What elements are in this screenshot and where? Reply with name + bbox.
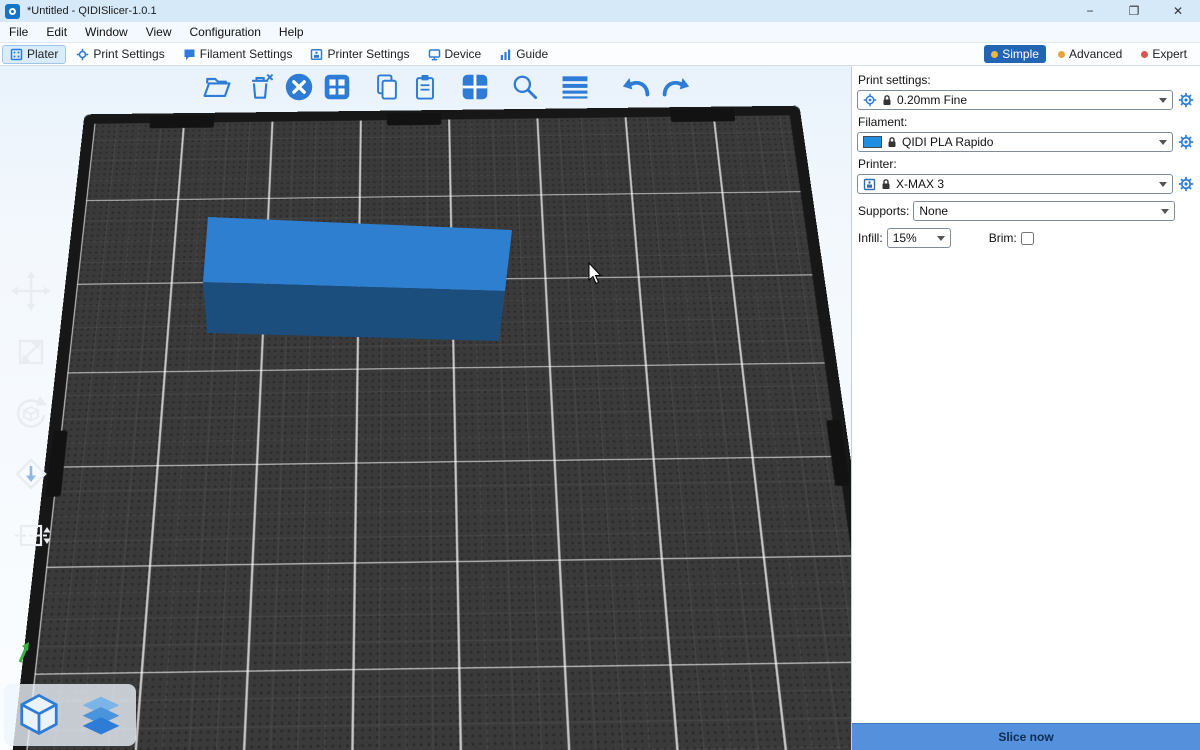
tab-filament-settings[interactable]: Filament Settings xyxy=(175,45,301,64)
printer-combo[interactable]: X-MAX 3 xyxy=(857,174,1173,194)
scale-icon[interactable] xyxy=(8,329,54,375)
menu-help[interactable]: Help xyxy=(270,22,313,42)
slice-now-button[interactable]: Slice now xyxy=(852,723,1200,750)
plater-icon xyxy=(10,48,23,61)
layers-icon[interactable] xyxy=(556,68,594,106)
tab-label: Guide xyxy=(516,47,548,61)
mouse-cursor-icon xyxy=(589,263,601,284)
mode-simple-dot xyxy=(991,51,998,58)
print-settings-label: Print settings: xyxy=(858,73,1194,87)
window-title: *Untitled - QIDISlicer-1.0.1 xyxy=(27,5,157,17)
app-logo-icon xyxy=(5,4,20,19)
lock-icon xyxy=(887,136,897,148)
main-toolbar xyxy=(198,68,694,106)
tab-label: Filament Settings xyxy=(200,47,293,61)
printer-settings-icon xyxy=(310,48,323,61)
view-toggle-bar xyxy=(4,684,136,746)
device-icon xyxy=(428,48,441,61)
move-icon[interactable] xyxy=(8,268,54,314)
search-icon[interactable] xyxy=(506,68,544,106)
menu-edit[interactable]: Edit xyxy=(37,22,76,42)
tab-label: Printer Settings xyxy=(327,47,409,61)
scene-overlay xyxy=(0,66,851,750)
menu-bar: File Edit Window View Configuration Help xyxy=(0,22,1200,43)
print-settings-value: 0.20mm Fine xyxy=(897,93,967,107)
printer-icon xyxy=(863,178,876,191)
model-box-top[interactable] xyxy=(203,217,512,291)
tab-label: Device xyxy=(445,47,482,61)
supports-label: Supports: xyxy=(858,204,909,218)
brim-checkbox[interactable] xyxy=(1021,232,1034,245)
filament-combo[interactable]: QIDI PLA Rapido xyxy=(857,132,1173,152)
mode-simple[interactable]: Simple xyxy=(984,45,1046,63)
split-icon[interactable] xyxy=(456,68,494,106)
preview-layers-icon[interactable] xyxy=(74,688,128,742)
chevron-down-icon xyxy=(1159,182,1167,191)
filament-label: Filament: xyxy=(858,115,1194,129)
arrange-icon[interactable] xyxy=(318,68,356,106)
preset-gear-icon xyxy=(863,93,877,107)
place-on-face-icon[interactable] xyxy=(8,451,54,497)
brim-label: Brim: xyxy=(989,231,1017,245)
redo-icon[interactable] xyxy=(656,68,694,106)
lock-icon xyxy=(882,94,892,106)
settings-sidebar: Print settings: 0.20mm Fine xyxy=(851,66,1200,750)
infill-combo[interactable]: 15% xyxy=(887,228,951,248)
menu-view[interactable]: View xyxy=(137,22,181,42)
print-settings-combo[interactable]: 0.20mm Fine xyxy=(857,90,1173,110)
delete-all-icon[interactable] xyxy=(280,68,318,106)
chevron-down-icon xyxy=(1159,98,1167,107)
supports-value: None xyxy=(919,204,948,218)
paste-icon[interactable] xyxy=(406,68,444,106)
tab-printer-settings[interactable]: Printer Settings xyxy=(302,45,417,64)
chevron-down-icon xyxy=(1161,209,1169,218)
filament-gear-button[interactable] xyxy=(1177,134,1194,151)
mode-selector: Simple Advanced Expert xyxy=(984,45,1194,63)
tab-device[interactable]: Device xyxy=(420,45,490,64)
chevron-down-icon xyxy=(1159,140,1167,149)
filament-value: QIDI PLA Rapido xyxy=(902,135,993,149)
mode-advanced-dot xyxy=(1058,51,1065,58)
lock-icon xyxy=(881,178,891,190)
mode-advanced[interactable]: Advanced xyxy=(1051,45,1129,63)
delete-icon[interactable] xyxy=(242,68,280,106)
title-bar: *Untitled - QIDISlicer-1.0.1 − ❐ ✕ xyxy=(0,0,1200,22)
printer-label: Printer: xyxy=(858,157,1194,171)
filament-color-swatch xyxy=(863,136,882,148)
tab-label: Plater xyxy=(27,47,58,61)
gizmo-toolbar xyxy=(8,268,54,558)
menu-configuration[interactable]: Configuration xyxy=(181,22,270,42)
menu-window[interactable]: Window xyxy=(76,22,137,42)
close-button[interactable]: ✕ xyxy=(1156,0,1200,22)
mode-expert-dot xyxy=(1141,51,1148,58)
supports-combo[interactable]: None xyxy=(913,201,1175,221)
print-settings-icon xyxy=(76,48,89,61)
mode-expert[interactable]: Expert xyxy=(1134,45,1194,63)
infill-label: Infill: xyxy=(858,231,883,245)
filament-settings-icon xyxy=(183,48,196,61)
printer-value: X-MAX 3 xyxy=(896,177,944,191)
tab-plater[interactable]: Plater xyxy=(2,45,66,64)
maximize-button[interactable]: ❐ xyxy=(1112,0,1156,22)
guide-icon xyxy=(499,48,512,61)
tab-label: Print Settings xyxy=(93,47,164,61)
infill-value: 15% xyxy=(893,231,917,245)
undo-icon[interactable] xyxy=(618,68,656,106)
editor-3d-icon[interactable] xyxy=(12,688,66,742)
print-settings-gear-button[interactable] xyxy=(1177,92,1194,109)
cut-icon[interactable] xyxy=(8,512,54,558)
printer-gear-button[interactable] xyxy=(1177,176,1194,193)
viewport-3d[interactable] xyxy=(0,66,851,750)
minimize-button[interactable]: − xyxy=(1068,0,1112,22)
copy-icon[interactable] xyxy=(368,68,406,106)
menu-file[interactable]: File xyxy=(0,22,37,42)
tab-print-settings[interactable]: Print Settings xyxy=(68,45,172,64)
rotate-icon[interactable] xyxy=(8,390,54,436)
tab-bar: Plater Print Settings Filament Settings … xyxy=(0,43,1200,66)
open-folder-icon[interactable] xyxy=(198,68,236,106)
tab-guide[interactable]: Guide xyxy=(491,45,556,64)
model-box-front[interactable] xyxy=(203,282,505,341)
chevron-down-icon xyxy=(937,236,945,245)
